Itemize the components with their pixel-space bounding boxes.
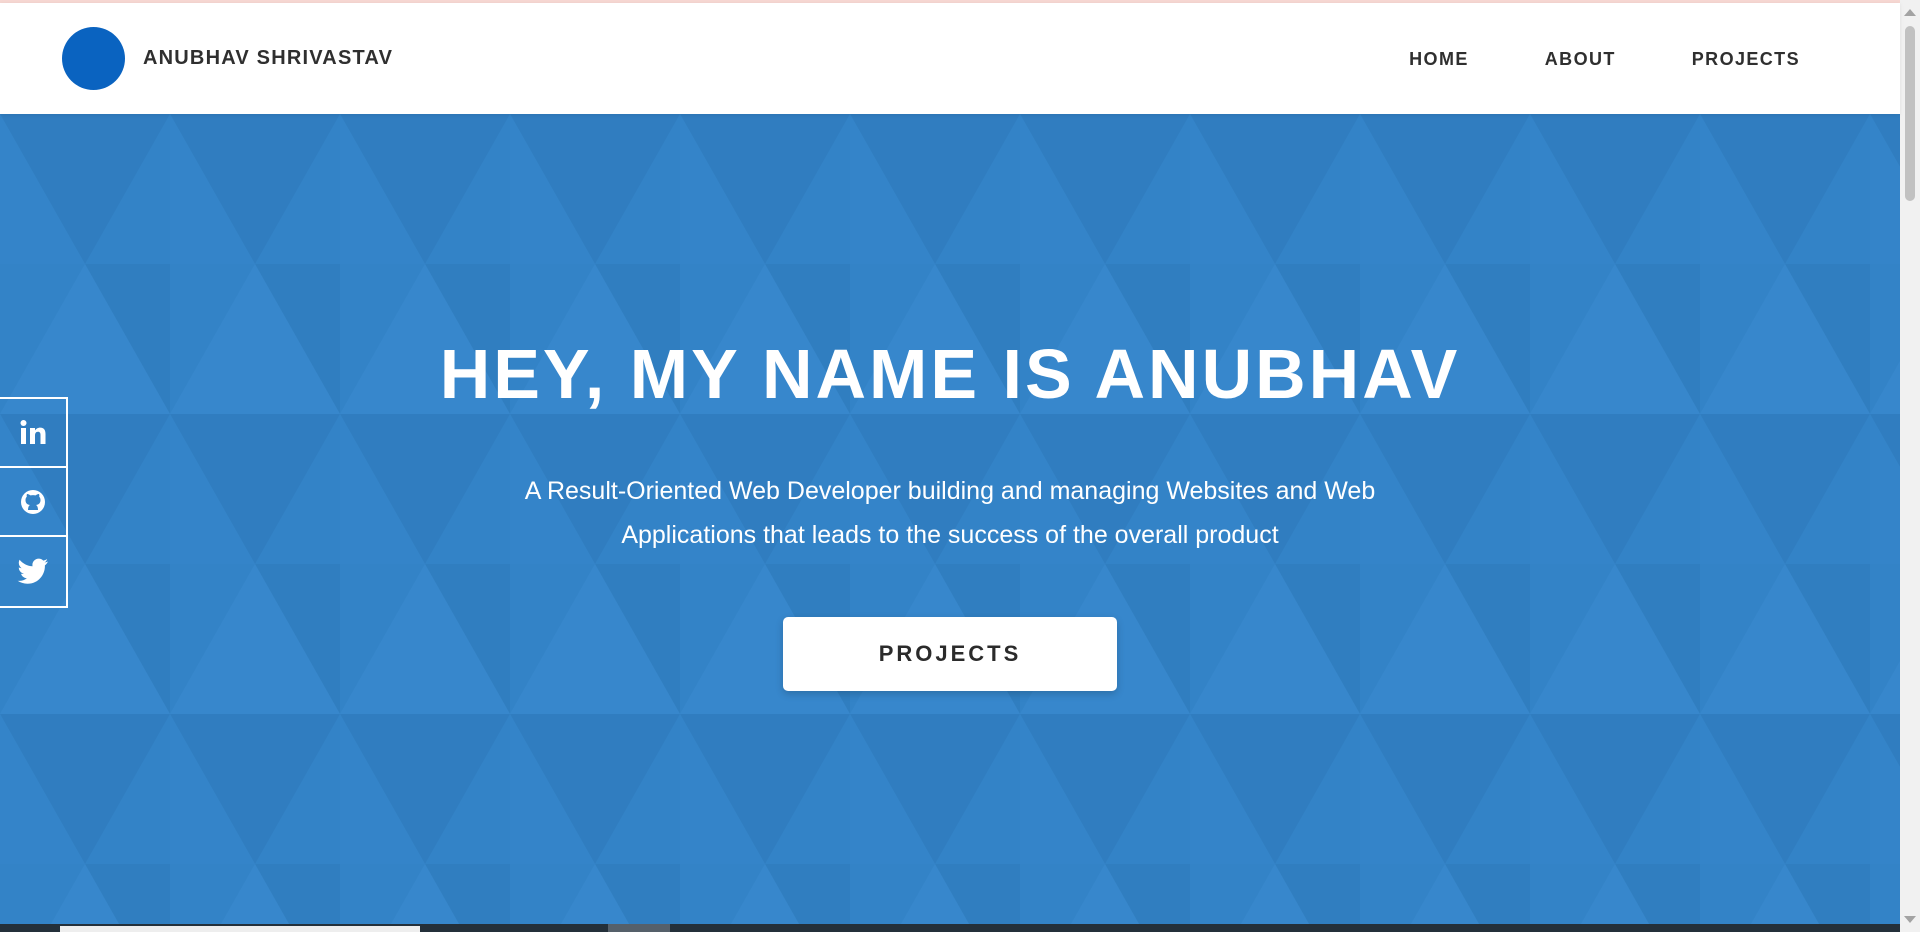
twitter-icon: [17, 558, 48, 584]
social-sidebar: [0, 397, 68, 608]
site-header: ANUBHAV SHRIVASTAV HOME ABOUT PROJECTS: [0, 3, 1900, 114]
next-section-block: [60, 926, 420, 932]
page: ANUBHAV SHRIVASTAV HOME ABOUT PROJECTS H…: [0, 0, 1920, 932]
main-nav: HOME ABOUT PROJECTS: [1409, 49, 1800, 70]
linkedin-link[interactable]: [0, 399, 66, 468]
hero-title: HEY, MY NAME IS ANUBHAV: [439, 335, 1461, 413]
nav-about[interactable]: ABOUT: [1545, 49, 1616, 70]
brand-name: ANUBHAV SHRIVASTAV: [143, 47, 394, 69]
scroll-down-arrow-icon[interactable]: [1904, 916, 1916, 923]
nav-home[interactable]: HOME: [1409, 49, 1469, 70]
brand-link[interactable]: ANUBHAV SHRIVASTAV: [62, 27, 393, 90]
projects-button[interactable]: PROJECTS: [783, 617, 1117, 691]
next-section-edge: [0, 924, 1900, 932]
next-section-block-dark: [608, 924, 670, 932]
scroll-up-arrow-icon[interactable]: [1904, 9, 1916, 16]
github-link[interactable]: [0, 468, 66, 537]
hero-section: HEY, MY NAME IS ANUBHAV A Result-Oriente…: [0, 114, 1900, 924]
vertical-scrollbar[interactable]: [1900, 0, 1920, 932]
github-icon: [21, 489, 45, 514]
nav-projects[interactable]: PROJECTS: [1692, 49, 1800, 70]
scrollbar-thumb[interactable]: [1905, 26, 1915, 201]
linkedin-icon: [20, 419, 46, 444]
twitter-link[interactable]: [0, 537, 66, 606]
logo-circle: [62, 27, 125, 90]
hero-subtitle: A Result-Oriented Web Developer building…: [524, 477, 1376, 549]
